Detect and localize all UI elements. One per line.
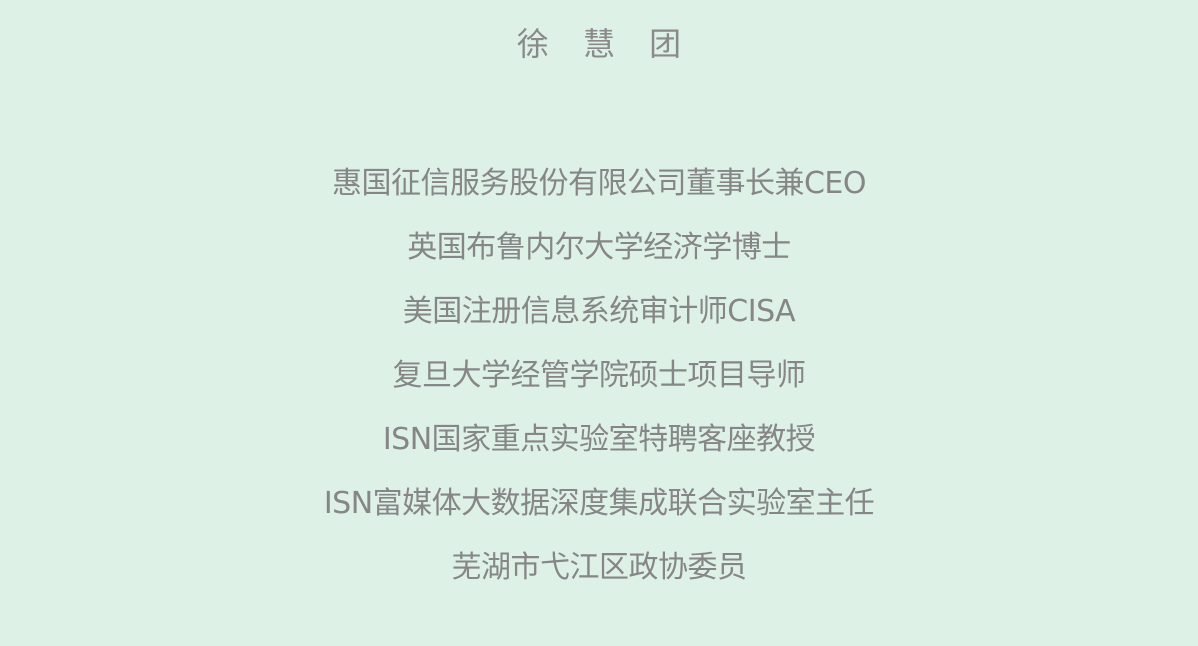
title-item: ISN国家重点实验室特聘客座教授 xyxy=(382,422,816,457)
title-item: ISN富媒体大数据深度集成联合实验室主任 xyxy=(323,486,875,521)
title-item: 芜湖市弋江区政协委员 xyxy=(451,550,748,585)
person-name: 徐 慧 团 xyxy=(516,25,694,63)
title-item: 美国注册信息系统审计师CISA xyxy=(402,294,796,329)
title-item: 惠国征信服务股份有限公司董事长兼CEO xyxy=(331,166,867,201)
title-item: 英国布鲁内尔大学经济学博士 xyxy=(407,230,791,265)
title-item: 复旦大学经管学院硕士项目导师 xyxy=(392,358,807,393)
profile-card: 徐 慧 团 惠国征信服务股份有限公司董事长兼CEO 英国布鲁内尔大学经济学博士 … xyxy=(0,0,1198,646)
titles-list: 惠国征信服务股份有限公司董事长兼CEO 英国布鲁内尔大学经济学博士 美国注册信息… xyxy=(0,152,1198,600)
